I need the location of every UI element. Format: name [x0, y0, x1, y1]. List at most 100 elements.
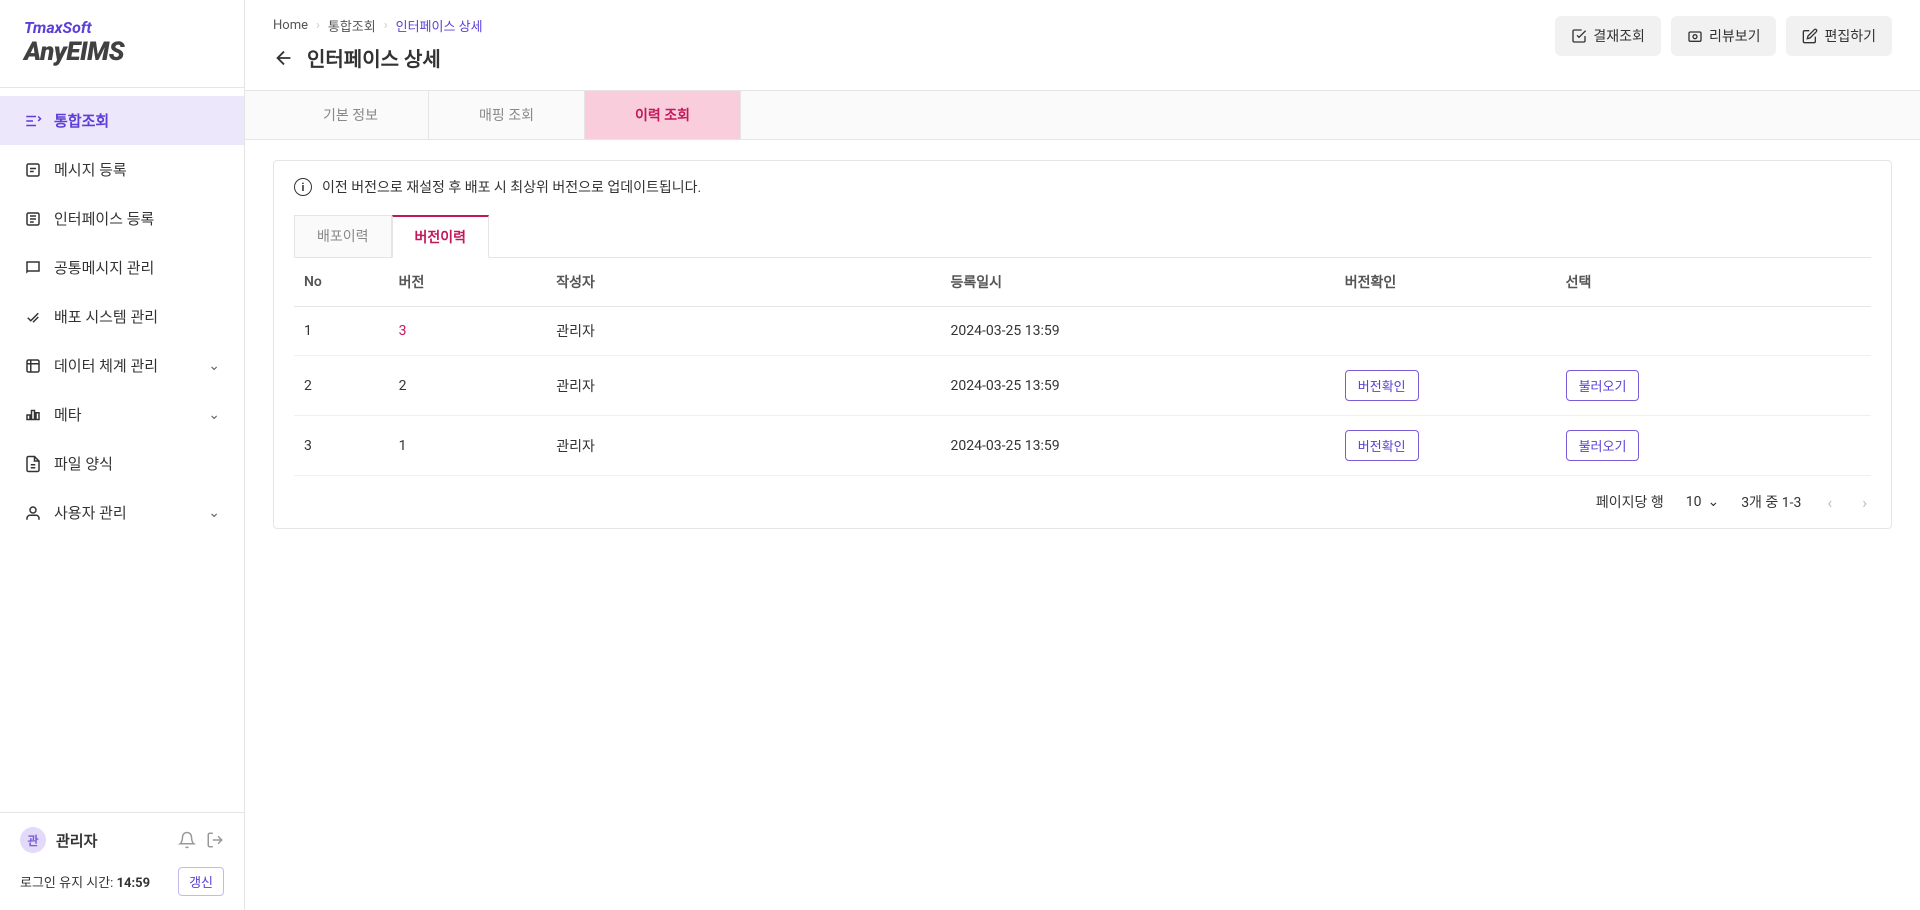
sidebar-item-2[interactable]: 인터페이스 등록 — [0, 194, 244, 243]
sub-tab-0[interactable]: 배포이력 — [294, 215, 392, 257]
nav-label: 배포 시스템 관리 — [54, 306, 220, 327]
load-button[interactable]: 불러오기 — [1566, 370, 1640, 401]
sidebar-item-6[interactable]: 메타 ⌄ — [0, 390, 244, 439]
pagination: 페이지당 행 10 ⌄ 3개 중 1-3 ‹ › — [294, 476, 1871, 516]
session-row: 로그인 유지 시간: 14:59 갱신 — [20, 867, 224, 896]
logout-icon[interactable] — [206, 831, 224, 849]
table-row: 13관리자2024-03-25 13:59 — [294, 307, 1871, 356]
nav-label: 공통메시지 관리 — [54, 257, 220, 278]
nav-label: 파일 양식 — [54, 453, 220, 474]
brand-block: TmaxSoft AnyEIMS — [0, 0, 244, 88]
chevron-down-icon: ⌄ — [208, 505, 220, 521]
nav-icon — [24, 357, 42, 375]
sidebar-item-0[interactable]: 통합조회 — [0, 96, 244, 145]
avatar: 관 — [20, 827, 46, 853]
page-next-icon[interactable]: › — [1858, 493, 1871, 512]
col-5: 선택 — [1556, 258, 1871, 307]
approval-button[interactable]: 결재조회 — [1555, 16, 1661, 56]
nav-icon — [24, 406, 42, 424]
sub-tab-1[interactable]: 버전이력 — [392, 215, 490, 258]
sidebar-footer: 관 관리자 로그인 유지 시간: 14:59 갱신 — [0, 812, 244, 910]
header-actions: 결재조회 리뷰보기 편집하기 — [1555, 16, 1892, 56]
checklist-icon — [1571, 28, 1587, 44]
main-tabs: 기본 정보매핑 조회이력 조회 — [245, 90, 1920, 140]
breadcrumb-parent[interactable]: 통합조회 — [328, 16, 376, 35]
bell-icon[interactable] — [178, 831, 196, 849]
user-name: 관리자 — [56, 830, 168, 851]
nav-label: 사용자 관리 — [54, 502, 196, 523]
info-message: 이전 버전으로 재설정 후 배포 시 최상위 버전으로 업데이트됩니다. — [322, 177, 701, 197]
refresh-button[interactable]: 갱신 — [178, 867, 224, 896]
nav-icon — [24, 504, 42, 522]
table-row: 22관리자2024-03-25 13:59버전확인불러오기 — [294, 356, 1871, 416]
chevron-right-icon: › — [316, 18, 320, 33]
cell-select — [1556, 307, 1871, 356]
cell-author: 관리자 — [546, 307, 940, 356]
sidebar-item-7[interactable]: 파일 양식 — [0, 439, 244, 488]
rows-per-page-label: 페이지당 행 — [1596, 492, 1664, 512]
nav-icon — [24, 308, 42, 326]
chevron-down-icon: ⌄ — [208, 407, 220, 423]
version-check-button[interactable]: 버전확인 — [1345, 430, 1419, 461]
cell-no: 1 — [294, 307, 389, 356]
col-3: 등록일시 — [941, 258, 1335, 307]
session-time: 14:59 — [117, 876, 151, 891]
back-arrow-icon[interactable] — [273, 47, 295, 69]
review-button[interactable]: 리뷰보기 — [1671, 16, 1777, 56]
cell-version: 2 — [389, 356, 547, 416]
col-2: 작성자 — [546, 258, 940, 307]
info-icon: i — [294, 178, 312, 196]
nav-label: 통합조회 — [54, 110, 220, 131]
nav-label: 데이터 체계 관리 — [54, 355, 196, 376]
tab-2[interactable]: 이력 조회 — [585, 91, 741, 139]
breadcrumb-current: 인터페이스 상세 — [396, 16, 483, 35]
history-table: No버전작성자등록일시버전확인선택 13관리자2024-03-25 13:592… — [294, 258, 1871, 476]
edit-icon — [1802, 28, 1818, 44]
chevron-down-icon: ⌄ — [208, 358, 220, 374]
tab-0[interactable]: 기본 정보 — [273, 91, 429, 139]
cell-select: 불러오기 — [1556, 356, 1871, 416]
user-row: 관 관리자 — [20, 827, 224, 853]
brand-product: AnyEIMS — [24, 37, 220, 67]
sidebar-item-4[interactable]: 배포 시스템 관리 — [0, 292, 244, 341]
col-1: 버전 — [389, 258, 547, 307]
cell-select: 불러오기 — [1556, 416, 1871, 476]
nav-label: 인터페이스 등록 — [54, 208, 220, 229]
page-prev-icon[interactable]: ‹ — [1823, 493, 1836, 512]
nav-icon — [24, 455, 42, 473]
cell-check: 버전확인 — [1335, 416, 1556, 476]
cell-version: 3 — [389, 307, 547, 356]
sidebar-item-3[interactable]: 공통메시지 관리 — [0, 243, 244, 292]
cell-date: 2024-03-25 13:59 — [941, 416, 1335, 476]
info-bar: i 이전 버전으로 재설정 후 배포 시 최상위 버전으로 업데이트됩니다. — [294, 177, 1871, 197]
tab-1[interactable]: 매핑 조회 — [429, 91, 585, 139]
edit-button[interactable]: 편집하기 — [1786, 16, 1892, 56]
header-left: Home › 통합조회 › 인터페이스 상세 인터페이스 상세 — [273, 16, 483, 72]
camera-icon — [1687, 28, 1703, 44]
breadcrumb-home[interactable]: Home — [273, 18, 308, 33]
nav-label: 메타 — [54, 404, 196, 425]
cell-check: 버전확인 — [1335, 356, 1556, 416]
nav-label: 메시지 등록 — [54, 159, 220, 180]
page-title: 인터페이스 상세 — [307, 43, 441, 72]
cell-author: 관리자 — [546, 356, 940, 416]
load-button[interactable]: 불러오기 — [1566, 430, 1640, 461]
main: Home › 통합조회 › 인터페이스 상세 인터페이스 상세 결재조회 — [245, 0, 1920, 910]
nav-icon — [24, 259, 42, 277]
cell-date: 2024-03-25 13:59 — [941, 307, 1335, 356]
sidebar-item-1[interactable]: 메시지 등록 — [0, 145, 244, 194]
content-panel: i 이전 버전으로 재설정 후 배포 시 최상위 버전으로 업데이트됩니다. 배… — [273, 160, 1892, 529]
sidebar-item-8[interactable]: 사용자 관리 ⌄ — [0, 488, 244, 537]
nav-icon — [24, 210, 42, 228]
nav-icon — [24, 161, 42, 179]
nav-icon — [24, 112, 42, 130]
version-check-button[interactable]: 버전확인 — [1345, 370, 1419, 401]
header: Home › 통합조회 › 인터페이스 상세 인터페이스 상세 결재조회 — [245, 0, 1920, 72]
session-label: 로그인 유지 시간: — [20, 876, 113, 891]
chevron-down-icon: ⌄ — [1707, 494, 1719, 510]
sidebar: TmaxSoft AnyEIMS 통합조회메시지 등록인터페이스 등록공통메시지… — [0, 0, 245, 910]
cell-author: 관리자 — [546, 416, 940, 476]
cell-version: 1 — [389, 416, 547, 476]
rows-per-page-select[interactable]: 10 ⌄ — [1686, 494, 1719, 510]
sidebar-item-5[interactable]: 데이터 체계 관리 ⌄ — [0, 341, 244, 390]
